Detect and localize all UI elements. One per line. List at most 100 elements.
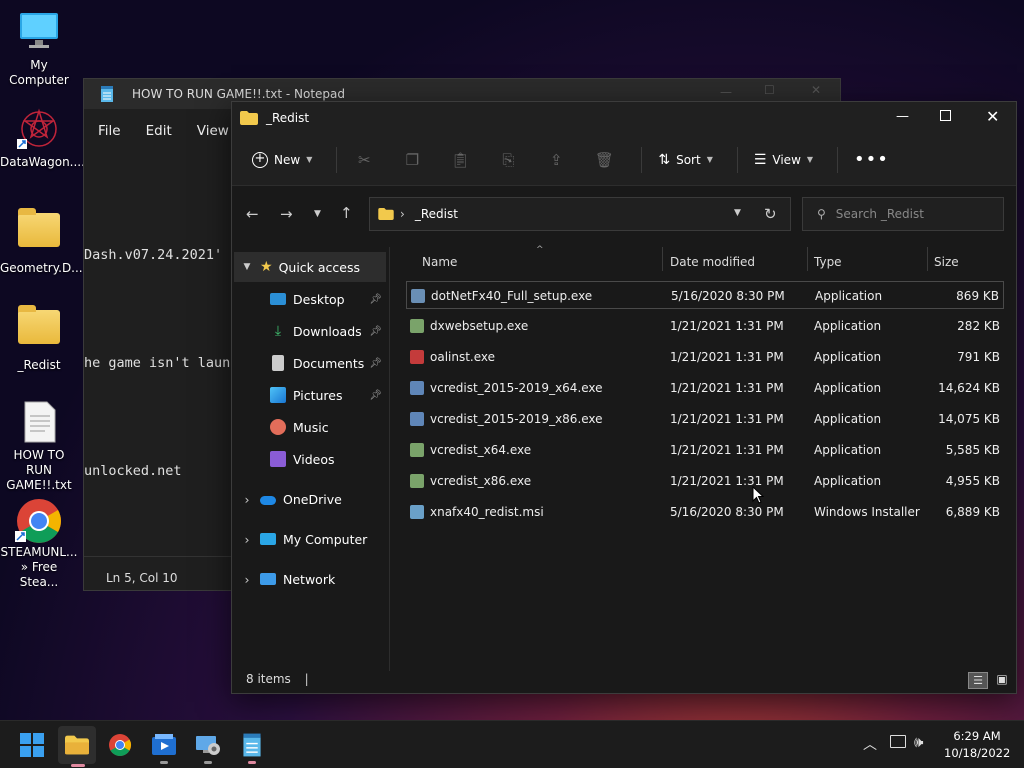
share-icon[interactable]: ⇪ [545, 149, 567, 171]
taskbar-chrome[interactable] [104, 729, 136, 761]
desktop-icon [270, 293, 286, 305]
file-row[interactable]: vcredist_2015-2019_x64.exe 1/21/2021 1:31… [406, 374, 1004, 402]
text-line: he game isn't launc [84, 355, 239, 371]
nav-onedrive[interactable]: › OneDrive [234, 484, 386, 514]
file-type: Application [814, 443, 882, 457]
taskbar-file-explorer[interactable] [58, 726, 96, 767]
file-row[interactable]: vcredist_x64.exe 1/21/2021 1:31 PM Applica… [406, 436, 1004, 464]
desktop-icon-datawagon[interactable]: DataWagon.... [0, 107, 85, 170]
file-type-icon [410, 381, 424, 395]
back-arrow-icon[interactable]: ← [246, 205, 259, 223]
nav-label: Music [293, 419, 329, 435]
nav-label: Network [283, 571, 336, 587]
star-icon: ★ [260, 259, 273, 275]
column-divider[interactable] [662, 247, 663, 271]
nav-downloads[interactable]: ⤓ Downloads 📌︎ [234, 316, 386, 346]
search-placeholder: Search _Redist [835, 207, 924, 221]
new-button[interactable]: + New ▼ [252, 151, 313, 168]
notepad-text-area[interactable]: Dash.v07.24.2021' f he game isn't launc … [84, 165, 238, 561]
nav-pictures[interactable]: Pictures 📌︎ [234, 380, 386, 410]
more-icon: ••• [854, 149, 889, 170]
maximize-icon[interactable]: ☐ [764, 83, 775, 97]
view-button[interactable]: ☰ View ▼ [754, 152, 813, 168]
desktop-icon-my-computer[interactable]: My Computer [0, 10, 78, 88]
folder-icon [378, 208, 394, 220]
nav-network[interactable]: › Network [234, 564, 386, 594]
desktop-icon-steamunlocked[interactable]: STEAMUNL... » Free Stea... [0, 497, 78, 590]
nav-label: OneDrive [283, 491, 342, 507]
nav-videos[interactable]: Videos [234, 444, 386, 474]
menu-file[interactable]: File [98, 123, 121, 139]
sort-button[interactable]: ⇅ Sort ▼ [658, 152, 713, 168]
file-row[interactable]: dxwebsetup.exe 1/21/2021 1:31 PM Applicati… [406, 312, 1004, 340]
file-type-icon [410, 412, 424, 426]
column-header-name[interactable]: Name [422, 247, 457, 277]
column-divider[interactable] [807, 247, 808, 271]
nav-desktop[interactable]: Desktop 📌︎ [234, 284, 386, 314]
nav-my-computer[interactable]: › My Computer [234, 524, 386, 554]
address-bar[interactable]: › _Redist ▼ ↻ [369, 197, 791, 231]
copy-icon[interactable]: ❐ [401, 149, 423, 171]
file-date: 5/16/2020 8:30 PM [671, 289, 785, 303]
chevron-down-icon: ▼ [306, 155, 313, 164]
file-date: 1/21/2021 1:31 PM [670, 474, 784, 488]
nav-music[interactable]: Music [234, 412, 386, 442]
file-type: Application [814, 474, 882, 488]
more-options-button[interactable]: ••• [854, 149, 889, 170]
taskbar-media-player[interactable] [148, 729, 180, 764]
close-icon[interactable]: ✕ [986, 107, 999, 126]
refresh-icon[interactable]: ↻ [764, 205, 777, 223]
nav-label: Desktop [293, 291, 345, 307]
desktop-icon-geometry-folder[interactable]: Geometry.D... [0, 205, 83, 276]
nav-quick-access[interactable]: ▼ ★ Quick access [234, 252, 386, 282]
minimize-icon[interactable]: — [720, 85, 732, 99]
file-row[interactable]: vcredist_x86.exe 1/21/2021 1:31 PM Applica… [406, 467, 1004, 495]
file-row[interactable]: xnafx40_redist.msi 5/16/2020 8:30 PM Windo… [406, 498, 1004, 526]
cut-icon[interactable]: ✂ [353, 149, 375, 171]
column-header-date[interactable]: Date modified [670, 247, 755, 277]
sort-ascending-icon: ^ [536, 245, 544, 255]
minimize-icon[interactable]: — [896, 109, 909, 124]
documents-icon [272, 355, 284, 371]
column-divider[interactable] [927, 247, 928, 271]
file-row[interactable]: oalinst.exe 1/21/2021 1:31 PM Application 7… [406, 343, 1004, 371]
file-size: 14,624 KB [938, 381, 1000, 395]
column-headers: ^ Name Date modified Type Size [396, 245, 1006, 277]
maximize-icon[interactable] [940, 110, 951, 121]
forward-arrow-icon[interactable]: → [280, 205, 293, 223]
column-header-type[interactable]: Type [814, 247, 842, 277]
search-box[interactable]: ⚲ Search _Redist [802, 197, 1004, 231]
nav-documents[interactable]: Documents 📌︎ [234, 348, 386, 378]
delete-icon[interactable]: 🗑︎ [593, 149, 615, 171]
file-type: Application [814, 319, 882, 333]
clock[interactable]: 6:29 AM 10/18/2022 [944, 728, 1010, 762]
taskbar-notepad[interactable] [236, 729, 268, 764]
notepad-icon [243, 733, 261, 757]
large-icons-view-icon[interactable]: ▣ [992, 672, 1012, 689]
file-row[interactable]: vcredist_2015-2019_x86.exe 1/21/2021 1:31… [406, 405, 1004, 433]
details-view-icon[interactable]: ☰ [968, 672, 988, 689]
menu-edit[interactable]: Edit [146, 123, 172, 139]
up-arrow-icon[interactable]: ↑ [340, 204, 353, 222]
start-button[interactable] [16, 729, 48, 761]
file-date: 1/21/2021 1:31 PM [670, 412, 784, 426]
rename-icon[interactable]: ⎘ [497, 149, 519, 171]
column-header-size[interactable]: Size [934, 247, 959, 277]
show-hidden-icons-chevron-up-icon[interactable]: ︿ [863, 734, 877, 754]
taskbar-control-panel[interactable] [192, 729, 224, 764]
volume-icon[interactable]: 🕪︎ [914, 733, 923, 751]
recent-locations-icon[interactable]: ▼ [314, 209, 321, 219]
address-history-icon[interactable]: ▼ [734, 208, 741, 218]
explorer-titlebar[interactable]: _Redist — ✕ [232, 102, 1016, 134]
desktop-icon-redist-folder[interactable]: _Redist [0, 302, 78, 373]
close-icon[interactable]: ✕ [811, 83, 821, 97]
network-status-icon[interactable] [890, 735, 906, 748]
file-type-icon [410, 474, 424, 488]
paste-icon[interactable]: 📋︎ [449, 149, 471, 171]
file-explorer-window[interactable]: _Redist — ✕ + New ▼ ✂ ❐ 📋︎ ⎘ ⇪ 🗑︎ ⇅ Sort… [231, 101, 1017, 765]
file-row[interactable]: dotNetFx40_Full_setup.exe 5/16/2020 8:30 … [406, 281, 1004, 309]
menu-view[interactable]: View [197, 123, 229, 139]
view-list-icon: ☰ [753, 151, 767, 168]
desktop-icon-how-to-run[interactable]: HOW TO RUN GAME!!.txt [0, 400, 78, 493]
breadcrumb-current[interactable]: _Redist [415, 207, 458, 221]
